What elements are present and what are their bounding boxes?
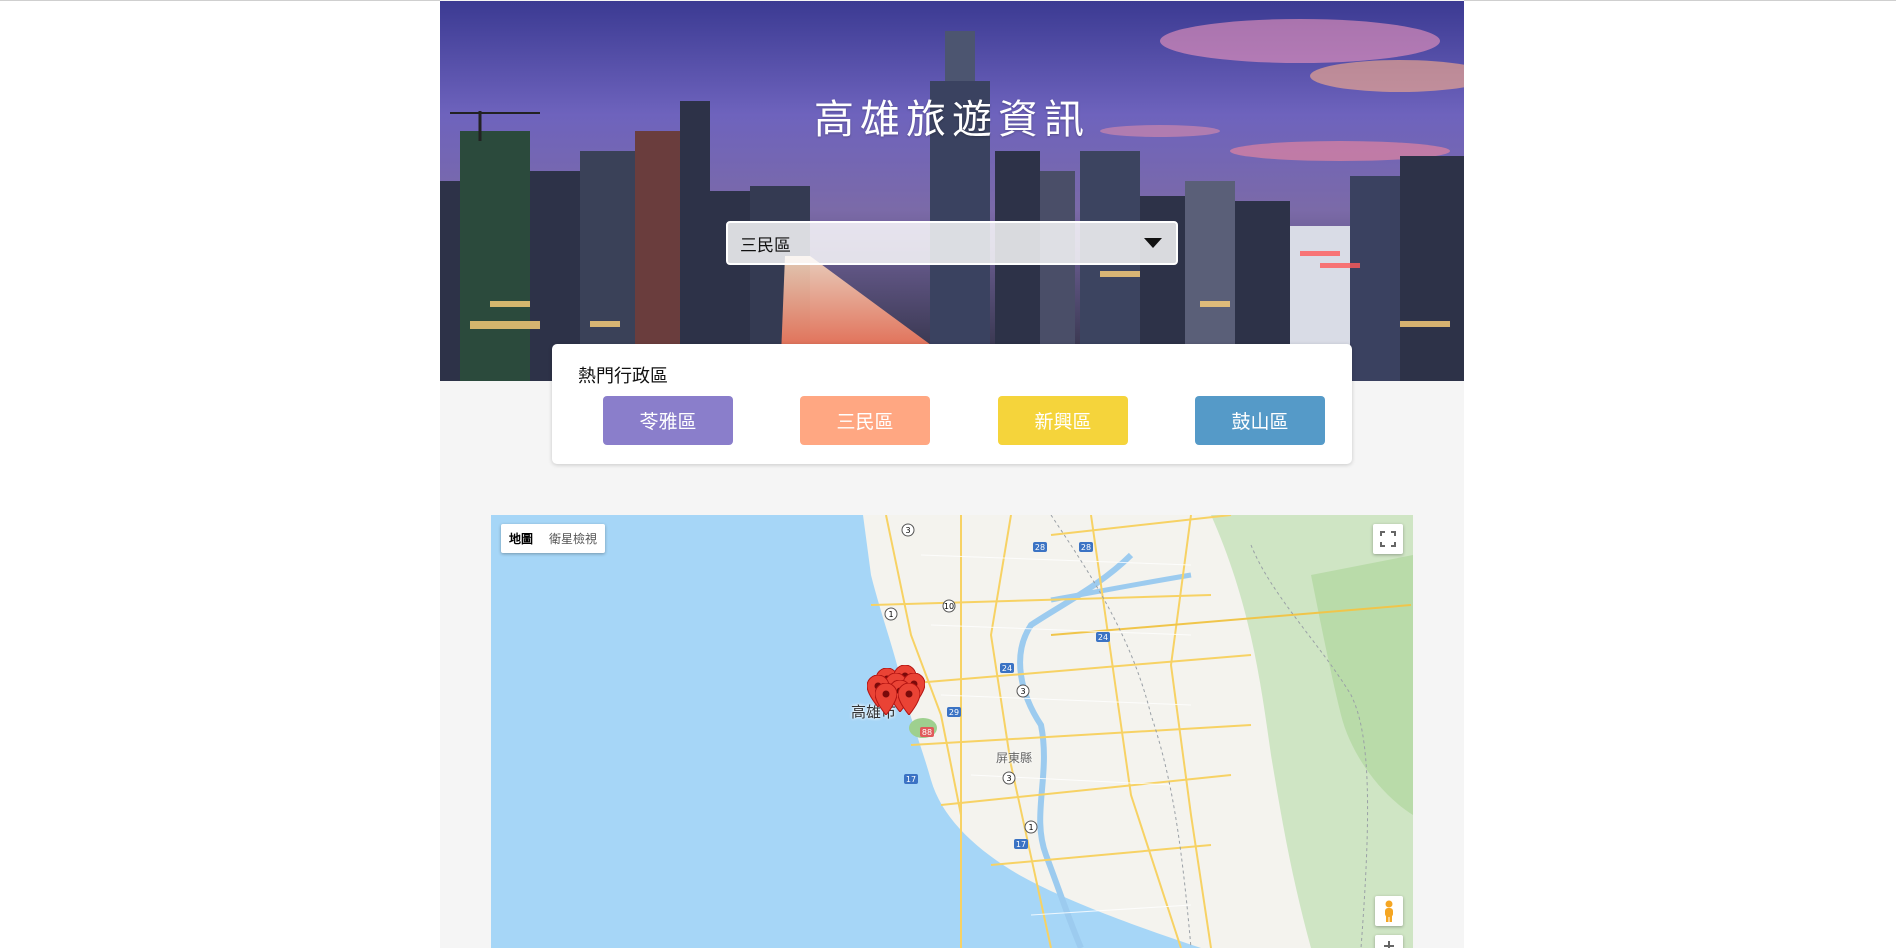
- district-button-sanmin[interactable]: 三民區: [800, 396, 930, 445]
- pegman-icon: [1385, 900, 1393, 922]
- svg-text:3: 3: [1006, 774, 1011, 783]
- city-skyline-image: [440, 1, 1464, 381]
- page-title: 高雄旅遊資訊: [814, 97, 1090, 143]
- map-label-county: 屏東縣: [996, 751, 1033, 765]
- district-button-lingya[interactable]: 苓雅區: [603, 396, 733, 445]
- map-type-satellite[interactable]: 衛星檢視: [541, 530, 605, 547]
- map-marker[interactable]: [875, 683, 897, 715]
- map-type-control: 地圖 衛星檢視: [501, 524, 606, 553]
- svg-text:3: 3: [1020, 687, 1025, 696]
- popular-districts-card: 熱門行政區 苓雅區 三民區 新興區 鼓山區: [552, 344, 1352, 464]
- district-button-xinxing[interactable]: 新興區: [998, 396, 1128, 445]
- svg-text:1: 1: [1028, 823, 1033, 832]
- page-container: 高雄旅遊資訊 三民區 熱門行政區 苓雅區 三民區 新興區 鼓山區 3 1 10 …: [440, 0, 1464, 948]
- svg-text:24: 24: [1002, 664, 1012, 673]
- district-select[interactable]: 三民區: [726, 221, 1178, 265]
- district-button-gushan[interactable]: 鼓山區: [1195, 396, 1325, 445]
- svg-text:17: 17: [906, 775, 916, 784]
- google-map[interactable]: 3 1 10 28 28 24 24 3 29 88 17 3 1 17 地圖 …: [491, 515, 1413, 948]
- map-type-roadmap[interactable]: 地圖: [501, 530, 541, 547]
- map-tiles: 3 1 10 28 28 24 24 3 29 88 17 3 1 17: [491, 515, 1413, 948]
- svg-text:10: 10: [944, 602, 954, 611]
- map-marker[interactable]: [898, 683, 920, 715]
- svg-text:3: 3: [905, 526, 910, 535]
- fullscreen-icon: [1380, 531, 1396, 547]
- plus-icon: [1384, 941, 1394, 948]
- fullscreen-button[interactable]: [1373, 524, 1403, 554]
- svg-text:17: 17: [1016, 840, 1026, 849]
- svg-text:1: 1: [888, 610, 893, 619]
- svg-text:28: 28: [1081, 543, 1091, 552]
- district-select-value: 三民區: [740, 235, 791, 256]
- popular-districts-title: 熱門行政區: [578, 366, 668, 387]
- street-view-button[interactable]: [1375, 896, 1403, 926]
- svg-text:28: 28: [1035, 543, 1045, 552]
- hero-banner: 高雄旅遊資訊 三民區: [440, 1, 1464, 381]
- zoom-in-button[interactable]: [1375, 935, 1403, 948]
- caret-down-icon: [1144, 238, 1162, 248]
- svg-text:29: 29: [949, 708, 959, 717]
- svg-text:24: 24: [1098, 633, 1108, 642]
- svg-text:88: 88: [922, 728, 932, 737]
